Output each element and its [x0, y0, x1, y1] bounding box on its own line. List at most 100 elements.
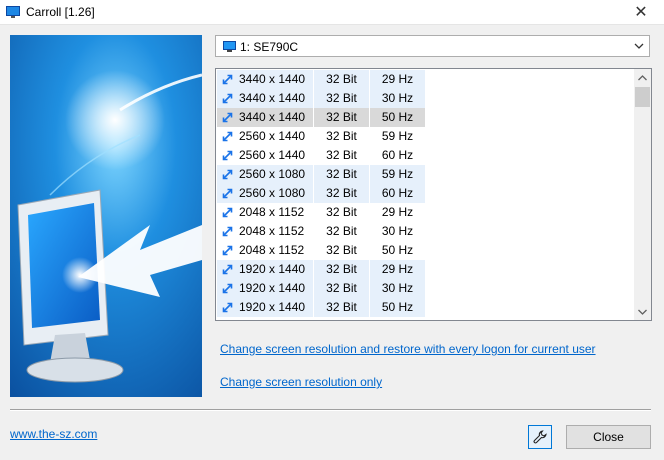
resolution-rows: 3440 x 1440 32 Bit 29 Hz 3440 x 1440 32 Bit 3… — [217, 70, 634, 317]
color-depth-cell: 32 Bit — [326, 129, 357, 143]
refresh-rate-cell: 59 Hz — [370, 165, 425, 184]
resolution-row[interactable]: 2560 x 1440 32 Bit 60 Hz — [217, 146, 634, 165]
resolution-row[interactable]: 2048 x 1152 32 Bit 29 Hz — [217, 203, 634, 222]
color-depth-cell: 32 Bit — [314, 260, 369, 279]
refresh-rate-cell: 30 Hz — [370, 89, 425, 108]
resize-arrow-icon — [222, 131, 233, 142]
resolution-cell: 3440 x 1440 — [217, 70, 313, 89]
monitor-banner-image — [10, 35, 202, 397]
monitor-select[interactable]: 1: SE790C — [215, 35, 650, 57]
resolution-cell: 2560 x 1080 — [217, 165, 313, 184]
refresh-rate-cell: 29 Hz — [370, 70, 425, 89]
resolution-row[interactable]: 2048 x 1152 32 Bit 30 Hz — [217, 222, 634, 241]
color-depth-cell: 32 Bit — [314, 184, 369, 203]
resize-arrow-icon — [222, 150, 233, 161]
resolution-cell: 2560 x 1080 — [217, 184, 313, 203]
title-bar: Carroll [1.26] ✕ — [0, 0, 664, 25]
resolution-row[interactable]: 1920 x 1440 32 Bit 50 Hz — [217, 298, 634, 317]
resize-arrow-icon — [222, 302, 233, 313]
resolution-text: 3440 x 1440 — [239, 72, 306, 86]
change-resolution-only-link[interactable]: Change screen resolution only — [220, 375, 382, 389]
dialog-body: 1: SE790C 3440 x 1440 32 Bit 29 Hz 3440 x 1… — [0, 25, 664, 460]
resolution-text: 2560 x 1080 — [239, 186, 306, 200]
resolution-text: 2048 x 1152 — [239, 224, 305, 238]
color-depth-cell: 32 Bit — [314, 165, 369, 184]
resolution-text: 3440 x 1440 — [239, 91, 306, 105]
resize-arrow-icon — [222, 245, 233, 256]
window-title: Carroll [1.26] — [26, 5, 95, 19]
refresh-rate-cell: 30 Hz — [370, 279, 425, 298]
resolution-cell: 3440 x 1440 — [217, 89, 313, 108]
color-depth-cell: 32 Bit — [326, 224, 357, 238]
color-depth-cell: 32 Bit — [326, 243, 357, 257]
resolution-cell: 1920 x 1440 — [217, 279, 313, 298]
color-depth-cell: 32 Bit — [314, 70, 369, 89]
resize-arrow-icon — [222, 226, 233, 237]
resolution-cell: 1920 x 1440 — [217, 260, 313, 279]
window-close-icon[interactable]: ✕ — [618, 0, 664, 24]
refresh-rate-cell: 29 Hz — [381, 205, 414, 219]
resolution-cell: 2560 x 1440 — [217, 146, 313, 165]
resolution-row[interactable]: 3440 x 1440 32 Bit 29 Hz — [217, 70, 634, 89]
restore-on-logon-link[interactable]: Change screen resolution and restore wit… — [220, 342, 596, 356]
resize-arrow-icon — [222, 188, 233, 199]
resolution-cell: 1920 x 1440 — [217, 298, 313, 317]
resolution-cell: 2048 x 1152 — [217, 203, 313, 222]
resolution-text: 1920 x 1440 — [239, 281, 306, 295]
resolution-row[interactable]: 1920 x 1440 32 Bit 30 Hz — [217, 279, 634, 298]
resolution-text: 1920 x 1440 — [239, 262, 306, 276]
vertical-scrollbar[interactable] — [634, 69, 651, 320]
color-depth-cell: 32 Bit — [314, 89, 369, 108]
scroll-up-icon[interactable] — [634, 69, 651, 86]
color-depth-cell: 32 Bit — [326, 205, 357, 219]
resolution-row[interactable]: 3440 x 1440 32 Bit 50 Hz — [217, 108, 634, 127]
resolution-text: 3440 x 1440 — [239, 110, 306, 124]
resize-arrow-icon — [222, 93, 233, 104]
resize-arrow-icon — [222, 74, 233, 85]
chevron-down-icon[interactable] — [634, 41, 644, 51]
refresh-rate-cell: 30 Hz — [381, 224, 414, 238]
resolution-text: 2048 x 1152 — [239, 205, 305, 219]
refresh-rate-cell: 50 Hz — [370, 108, 425, 127]
resolution-list[interactable]: 3440 x 1440 32 Bit 29 Hz 3440 x 1440 32 Bit 3… — [215, 68, 652, 321]
resize-arrow-icon — [222, 283, 233, 294]
color-depth-cell: 32 Bit — [314, 108, 369, 127]
resolution-row[interactable]: 3440 x 1440 32 Bit 30 Hz — [217, 89, 634, 108]
scrollbar-thumb[interactable] — [635, 87, 650, 107]
resize-arrow-icon — [222, 264, 233, 275]
close-button[interactable]: Close — [566, 425, 651, 449]
resize-arrow-icon — [222, 169, 233, 180]
settings-button[interactable] — [528, 425, 552, 449]
refresh-rate-cell: 59 Hz — [381, 129, 414, 143]
wrench-icon — [533, 430, 547, 444]
monitor-icon — [223, 41, 236, 52]
color-depth-cell: 32 Bit — [326, 148, 357, 162]
resolution-text: 2560 x 1440 — [239, 148, 306, 162]
refresh-rate-cell: 50 Hz — [370, 298, 425, 317]
resize-arrow-icon — [222, 207, 233, 218]
resolution-cell: 2048 x 1152 — [217, 241, 313, 260]
resolution-text: 1920 x 1440 — [239, 300, 306, 314]
resolution-row[interactable]: 2560 x 1080 32 Bit 59 Hz — [217, 165, 634, 184]
app-icon — [6, 6, 20, 18]
resolution-text: 2048 x 1152 — [239, 243, 305, 257]
resolution-cell: 2048 x 1152 — [217, 222, 313, 241]
color-depth-cell: 32 Bit — [314, 298, 369, 317]
resolution-row[interactable]: 2560 x 1440 32 Bit 59 Hz — [217, 127, 634, 146]
resolution-row[interactable]: 2560 x 1080 32 Bit 60 Hz — [217, 184, 634, 203]
refresh-rate-cell: 29 Hz — [370, 260, 425, 279]
resolution-text: 2560 x 1080 — [239, 167, 306, 181]
color-depth-cell: 32 Bit — [314, 279, 369, 298]
divider — [10, 409, 651, 411]
monitor-select-value: 1: SE790C — [240, 40, 299, 54]
resolution-text: 2560 x 1440 — [239, 129, 306, 143]
refresh-rate-cell: 50 Hz — [381, 243, 414, 257]
scroll-down-icon[interactable] — [634, 303, 651, 320]
website-link[interactable]: www.the-sz.com — [10, 427, 97, 441]
refresh-rate-cell: 60 Hz — [370, 184, 425, 203]
refresh-rate-cell: 60 Hz — [381, 148, 414, 162]
resolution-cell: 3440 x 1440 — [217, 108, 313, 127]
resolution-row[interactable]: 1920 x 1440 32 Bit 29 Hz — [217, 260, 634, 279]
resolution-row[interactable]: 2048 x 1152 32 Bit 50 Hz — [217, 241, 634, 260]
resize-arrow-icon — [222, 112, 233, 123]
